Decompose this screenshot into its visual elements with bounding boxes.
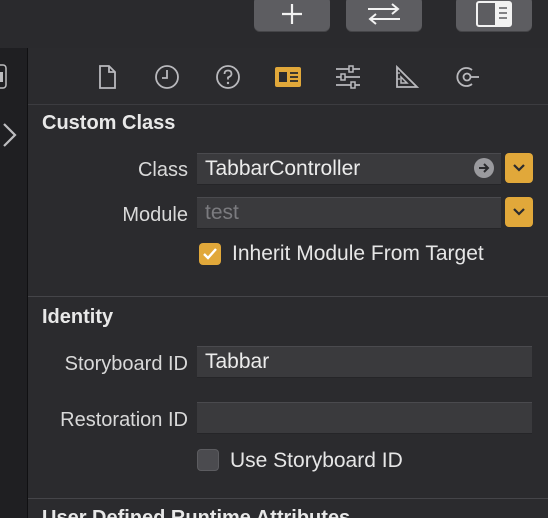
use-storyboard-id-checkbox[interactable]	[197, 449, 219, 471]
module-label: Module	[122, 204, 188, 226]
chevron-down-icon	[513, 208, 525, 216]
identity-inspector: Custom Class Class TabbarController Modu…	[28, 105, 548, 518]
restoration-id-label: Restoration ID	[60, 409, 188, 431]
user-defined-attributes-title: User Defined Runtime Attributes	[42, 507, 351, 518]
tab-file-inspector[interactable]	[92, 62, 122, 92]
class-dropdown-button[interactable]	[505, 153, 533, 183]
clock-icon	[155, 65, 179, 89]
panel-right-icon	[476, 1, 512, 27]
module-field[interactable]: test	[197, 197, 501, 229]
chevron-right-icon[interactable]	[0, 120, 20, 150]
tab-identity-inspector[interactable]	[273, 62, 303, 92]
tab-size-inspector[interactable]	[392, 62, 422, 92]
storyboard-id-field[interactable]: Tabbar	[197, 346, 532, 378]
swap-arrows-icon	[368, 3, 400, 25]
inspector-toggle-button[interactable]	[456, 0, 532, 32]
left-edge-box-icon	[0, 64, 7, 89]
inherit-module-checkbox[interactable]	[199, 243, 221, 265]
class-navigate-button[interactable]	[474, 158, 494, 178]
section-divider	[28, 296, 548, 297]
identity-title: Identity	[42, 306, 114, 328]
identity-card-icon	[275, 67, 301, 87]
tab-attributes-inspector[interactable]	[333, 62, 363, 92]
left-panel-edge	[0, 48, 28, 518]
swap-button[interactable]	[346, 0, 422, 32]
custom-class-title: Custom Class	[42, 112, 176, 134]
ruler-icon	[396, 64, 420, 88]
xcode-inspector-window: Custom Class Class TabbarController Modu…	[0, 0, 548, 518]
restoration-id-field[interactable]	[197, 402, 532, 434]
help-icon	[216, 65, 240, 89]
tab-history-inspector[interactable]	[152, 62, 182, 92]
module-placeholder: test	[205, 201, 239, 224]
toolbar	[0, 0, 548, 49]
tab-connections-inspector[interactable]	[452, 62, 482, 92]
class-field[interactable]: TabbarController	[197, 153, 501, 185]
storyboard-id-label: Storyboard ID	[64, 353, 188, 375]
inherit-module-label: Inherit Module From Target	[232, 242, 484, 265]
chevron-down-icon	[513, 164, 525, 172]
arrow-right-circle-icon	[479, 163, 490, 173]
tab-quick-help[interactable]	[213, 62, 243, 92]
section-divider	[28, 498, 548, 499]
use-storyboard-id-label: Use Storyboard ID	[230, 449, 403, 472]
class-value: TabbarController	[205, 157, 361, 180]
add-button[interactable]	[254, 0, 330, 32]
plus-icon	[282, 4, 302, 24]
file-icon	[99, 65, 116, 89]
module-dropdown-button[interactable]	[505, 197, 533, 227]
storyboard-id-value: Tabbar	[205, 350, 270, 373]
sliders-icon	[336, 65, 360, 89]
class-label: Class	[137, 159, 188, 181]
inspector-selector-bar	[28, 48, 548, 105]
checkmark-icon	[203, 248, 217, 260]
connections-icon	[456, 67, 479, 87]
